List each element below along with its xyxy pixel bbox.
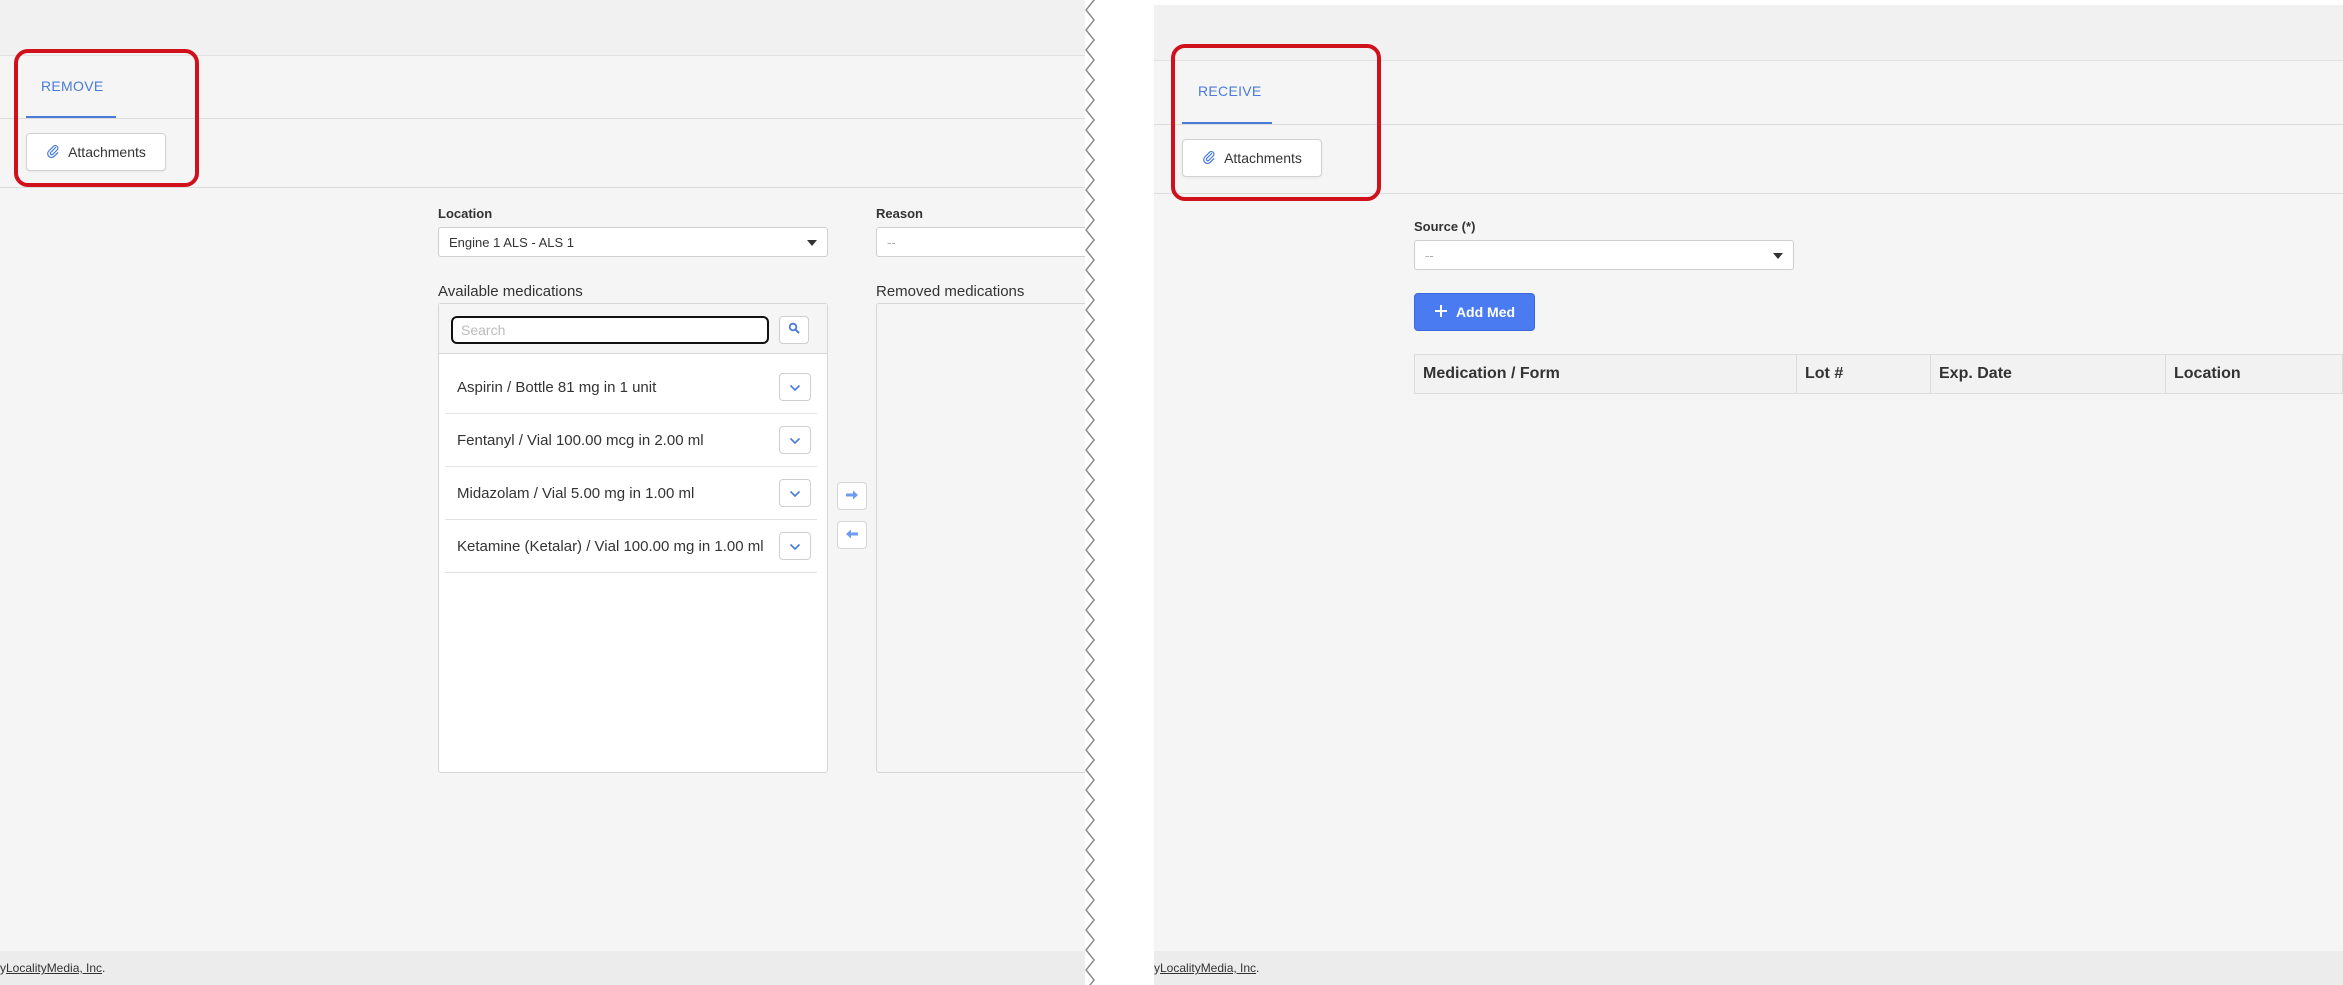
search-bar xyxy=(439,304,827,354)
medication-name: Midazolam / Vial 5.00 mg in 1.00 ml xyxy=(457,484,695,502)
chevron-down-icon xyxy=(789,379,801,396)
highlight-box xyxy=(1171,44,1381,201)
expand-button[interactable] xyxy=(779,373,811,401)
column-header-exp-date[interactable]: Exp. Date xyxy=(1931,355,2166,393)
torn-edge-fill xyxy=(1087,0,1107,985)
medication-table-header: Medication / Form Lot # Exp. Date Locati… xyxy=(1414,354,2343,394)
search-input[interactable] xyxy=(451,316,769,344)
list-item[interactable]: Ketamine (Ketalar) / Vial 100.00 mg in 1… xyxy=(445,520,817,573)
move-left-button[interactable] xyxy=(837,521,867,549)
highlight-box xyxy=(14,49,199,187)
list-item[interactable]: Midazolam / Vial 5.00 mg in 1.00 ml xyxy=(445,467,817,520)
search-button[interactable] xyxy=(779,316,809,344)
arrow-right-icon xyxy=(845,487,859,505)
search-icon xyxy=(788,321,800,339)
torn-edge-divider xyxy=(1085,0,1107,985)
column-header-lot[interactable]: Lot # xyxy=(1797,355,1931,393)
chevron-down-icon xyxy=(789,432,801,449)
top-bar xyxy=(0,0,1085,56)
footer-suffix: . xyxy=(102,961,106,975)
medication-name: Fentanyl / Vial 100.00 mcg in 2.00 ml xyxy=(457,431,704,449)
available-medications-label: Available medications xyxy=(438,283,583,300)
caret-down-icon xyxy=(807,240,817,246)
reason-label: Reason xyxy=(876,206,923,221)
removed-medications-list xyxy=(876,303,1085,773)
arrow-left-icon xyxy=(845,526,859,544)
list-item[interactable]: Fentanyl / Vial 100.00 mcg in 2.00 ml xyxy=(445,414,817,467)
expand-button[interactable] xyxy=(779,532,811,560)
chevron-down-icon xyxy=(789,485,801,502)
remove-screen: REMOVE Attachments Location Engine 1 ALS… xyxy=(0,0,1085,985)
reason-value: -- xyxy=(887,234,896,250)
chevron-down-icon xyxy=(789,538,801,555)
caret-down-icon xyxy=(1773,253,1783,259)
medication-name: Ketamine (Ketalar) / Vial 100.00 mg in 1… xyxy=(457,537,764,555)
plus-icon xyxy=(1434,304,1448,321)
footer: y LocalityMedia, Inc. xyxy=(0,951,1085,985)
available-medications-list: Aspirin / Bottle 81 mg in 1 unit Fentany… xyxy=(438,303,828,773)
source-select[interactable]: -- xyxy=(1414,240,1794,270)
footer-link[interactable]: LocalityMedia, Inc xyxy=(6,961,102,975)
column-header-location[interactable]: Location xyxy=(2166,355,2343,393)
footer: y LocalityMedia, Inc. xyxy=(1154,951,2343,985)
medication-name: Aspirin / Bottle 81 mg in 1 unit xyxy=(457,378,657,396)
source-value: -- xyxy=(1425,247,1434,263)
footer-suffix: . xyxy=(1256,961,1260,975)
list-item[interactable]: Aspirin / Bottle 81 mg in 1 unit xyxy=(445,361,817,414)
location-label: Location xyxy=(438,206,493,221)
source-label: Source (*) xyxy=(1414,219,1476,234)
expand-button[interactable] xyxy=(779,426,811,454)
add-med-label: Add Med xyxy=(1455,304,1516,320)
expand-button[interactable] xyxy=(779,479,811,507)
move-right-button[interactable] xyxy=(837,482,867,510)
footer-link[interactable]: LocalityMedia, Inc xyxy=(1160,961,1256,975)
location-value: Engine 1 ALS - ALS 1 xyxy=(449,234,575,250)
location-select[interactable]: Engine 1 ALS - ALS 1 xyxy=(438,227,828,257)
add-med-button[interactable]: Add Med xyxy=(1414,293,1535,331)
reason-select[interactable]: -- xyxy=(876,227,1085,257)
receive-screen: RECEIVE Attachments Source (*) -- Add Me… xyxy=(1154,5,2343,985)
column-header-medication[interactable]: Medication / Form xyxy=(1415,355,1797,393)
removed-medications-label: Removed medications xyxy=(876,283,1025,300)
